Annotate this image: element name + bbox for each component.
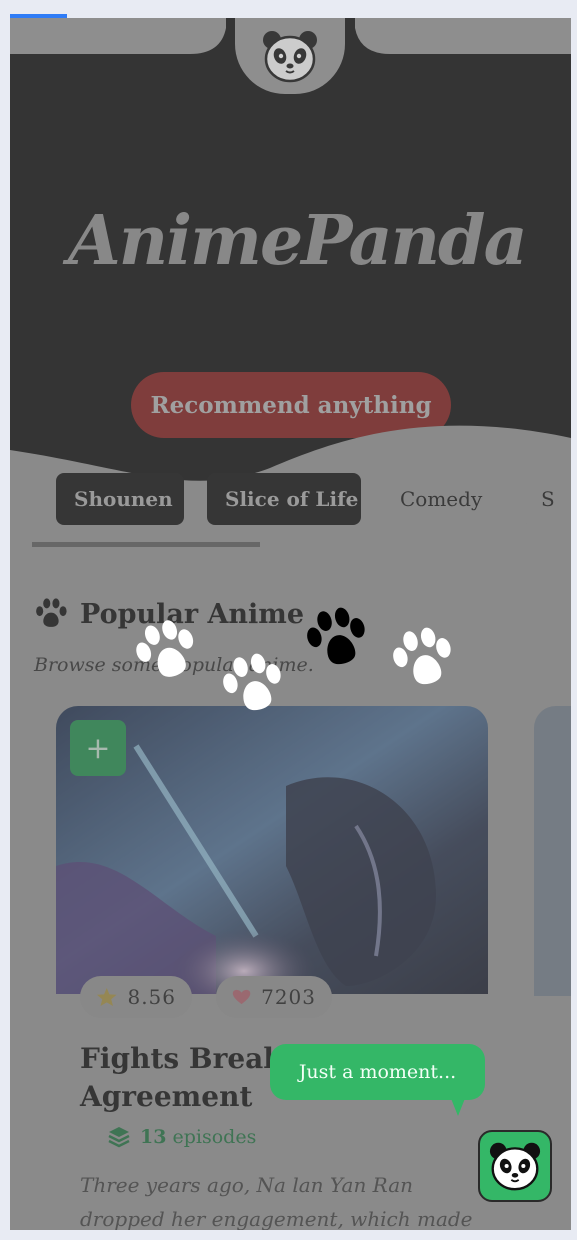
- popular-anime-heading: Popular Anime: [32, 592, 304, 636]
- brand-name: AnimePanda: [68, 201, 528, 281]
- episode-number: 13: [140, 1126, 167, 1148]
- paw-icon: [36, 598, 67, 627]
- likes-badge: 7203: [216, 976, 332, 1018]
- likes-value: 7203: [261, 985, 316, 1009]
- popular-anime-subtitle: Browse some popular anime.: [34, 654, 314, 676]
- genre-chip-shounen[interactable]: Shounen: [56, 473, 184, 525]
- add-to-list-button[interactable]: +: [70, 720, 126, 776]
- panda-logo-icon: [489, 1142, 541, 1191]
- hero-section: AnimePanda Recommend anything: [10, 18, 571, 498]
- plus-icon: +: [85, 730, 111, 766]
- episode-label: episodes: [172, 1126, 257, 1148]
- page-viewport: AnimePanda Recommend anything Shounen Sl…: [10, 18, 571, 1230]
- anime-card[interactable]: + 8.56 7203 Fights Break S... Year Agree…: [56, 706, 488, 1230]
- genre-chip-comedy[interactable]: Comedy: [382, 473, 501, 525]
- heart-icon: [232, 989, 251, 1005]
- brand-logo: AnimePanda: [68, 186, 528, 296]
- episode-count: 13 episodes: [108, 1126, 256, 1148]
- layers-icon: [108, 1127, 130, 1148]
- anime-card-next-partial[interactable]: [534, 706, 571, 996]
- genre-chip-slice-of-life[interactable]: Slice of Life: [207, 473, 361, 525]
- panda-logo-icon: [263, 31, 317, 83]
- loading-tooltip: Just a moment...: [270, 1044, 485, 1100]
- star-icon: [96, 988, 117, 1006]
- genre-scrollbar[interactable]: [32, 542, 260, 547]
- loading-tooltip-tail: [450, 1096, 466, 1116]
- rating-badge: 8.56: [80, 976, 192, 1018]
- rating-value: 8.56: [127, 985, 176, 1009]
- genre-chip-partial[interactable]: S: [523, 473, 571, 525]
- genre-chip-list: Shounen Slice of Life Comedy S: [56, 473, 571, 525]
- panda-assistant-button[interactable]: [478, 1130, 552, 1202]
- anime-description: Three years ago, Na lan Yan Ran dropped …: [80, 1173, 473, 1230]
- popular-anime-title: Popular Anime: [80, 598, 305, 630]
